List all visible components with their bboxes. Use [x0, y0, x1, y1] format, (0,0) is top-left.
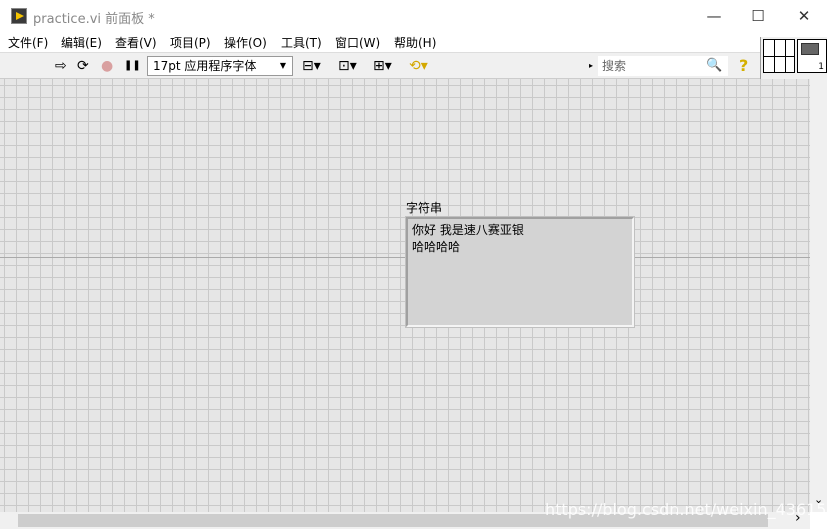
menu-view[interactable]: 查看(V): [115, 34, 157, 51]
run-continuously-icon[interactable]: ⟳: [77, 57, 89, 75]
menu-edit[interactable]: 编辑(E): [61, 34, 102, 51]
menu-project[interactable]: 项目(P): [170, 34, 211, 51]
search-placeholder: 搜索: [602, 59, 627, 73]
watermark: https://blog.csdn.net/weixin_43615392: [545, 500, 827, 519]
origin-line: [0, 257, 810, 258]
font-select[interactable]: 17pt 应用程序字体 ▼: [147, 56, 293, 76]
vi-icon-number: 1: [818, 62, 824, 72]
distribute-objects-icon[interactable]: ⊡▾: [338, 57, 357, 75]
maximize-button[interactable]: ☐: [738, 4, 778, 28]
vertical-scrollbar[interactable]: ⌄: [810, 79, 827, 512]
labview-icon: [11, 8, 27, 24]
window-title: practice.vi 前面板 *: [33, 12, 155, 27]
help-icon[interactable]: ?: [739, 57, 748, 75]
reorder-icon[interactable]: ⟲▾: [409, 57, 428, 75]
search-icon[interactable]: 🔍: [706, 57, 722, 75]
toolbar: ⇨ ⟳ ● ❚❚ 17pt 应用程序字体 ▼ ⊟▾ ⊡▾ ⊞▾ ⟲▾ ▸ 搜索 🔍…: [0, 53, 760, 79]
menu-window[interactable]: 窗口(W): [335, 34, 380, 51]
icon-panel: 1: [760, 37, 827, 79]
pause-icon[interactable]: ❚❚: [124, 57, 141, 75]
resize-objects-icon[interactable]: ⊞▾: [373, 57, 392, 75]
close-button[interactable]: ✕: [784, 4, 824, 28]
abort-icon[interactable]: ●: [101, 57, 113, 75]
run-icon[interactable]: ⇨: [55, 57, 67, 75]
menu-file[interactable]: 文件(F): [8, 34, 48, 51]
chevron-down-icon: ▼: [279, 61, 286, 70]
menu-operate[interactable]: 操作(O): [224, 34, 267, 51]
menu-help[interactable]: 帮助(H): [394, 34, 436, 51]
vi-icon[interactable]: 1: [797, 39, 827, 73]
search-expand-icon[interactable]: ▸: [589, 57, 593, 75]
align-objects-icon[interactable]: ⊟▾: [302, 57, 321, 75]
menu-tools[interactable]: 工具(T): [281, 34, 322, 51]
minimize-button[interactable]: —: [694, 4, 734, 28]
font-value: 17pt 应用程序字体: [153, 59, 257, 73]
string-control[interactable]: 你好 我是速八赛亚银 哈哈哈哈: [406, 217, 634, 327]
connector-pane-icon[interactable]: [763, 39, 795, 73]
title-bar: practice.vi 前面板 * — ☐ ✕: [0, 0, 827, 32]
menu-bar: 文件(F) 编辑(E) 查看(V) 项目(P) 操作(O) 工具(T) 窗口(W…: [0, 32, 827, 53]
string-control-label: 字符串: [406, 201, 443, 215]
front-panel-canvas[interactable]: 字符串 你好 我是速八赛亚银 哈哈哈哈: [0, 79, 810, 512]
